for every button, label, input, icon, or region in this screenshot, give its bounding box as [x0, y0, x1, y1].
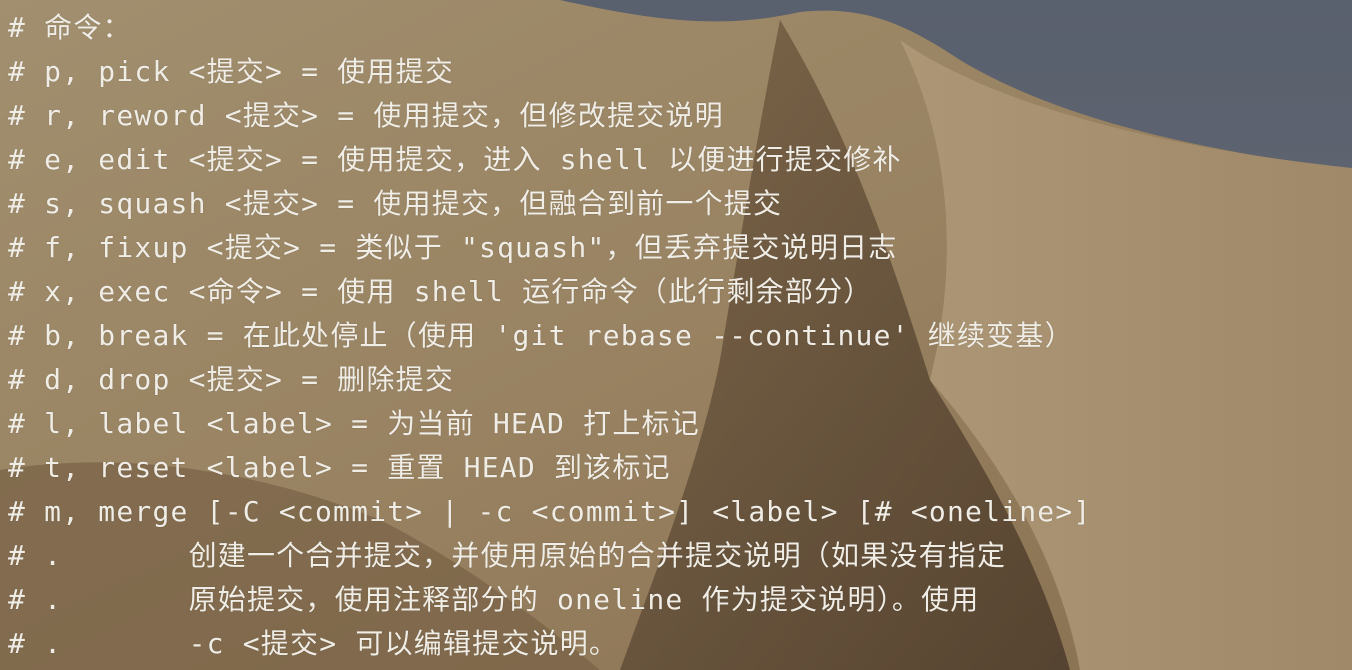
terminal-line: # m, merge [-C <commit> | -c <commit>] <… — [8, 495, 1092, 528]
terminal-line: # b, break = 在此处停止（使用 'git rebase --cont… — [8, 319, 1074, 352]
terminal-line: # t, reset <label> = 重置 HEAD 到该标记 — [8, 451, 671, 484]
terminal-output[interactable]: # 命令： # p, pick <提交> = 使用提交 # r, reword … — [0, 0, 1352, 670]
terminal-line: # . 原始提交，使用注释部分的 oneline 作为提交说明）。使用 — [8, 583, 980, 616]
terminal-line: # f, fixup <提交> = 类似于 "squash"，但丢弃提交说明日志 — [8, 231, 898, 264]
terminal-line: # p, pick <提交> = 使用提交 — [8, 55, 455, 88]
terminal-line: # 命令： — [8, 11, 132, 44]
terminal-line: # d, drop <提交> = 删除提交 — [8, 363, 455, 396]
terminal-line: # . 创建一个合并提交，并使用原始的合并提交说明（如果没有指定 — [8, 539, 1007, 572]
terminal-line: # s, squash <提交> = 使用提交，但融合到前一个提交 — [8, 187, 783, 220]
terminal-line: # e, edit <提交> = 使用提交，进入 shell 以便进行提交修补 — [8, 143, 902, 176]
terminal-line: # r, reword <提交> = 使用提交，但修改提交说明 — [8, 99, 724, 132]
terminal-line: # l, label <label> = 为当前 HEAD 打上标记 — [8, 407, 700, 440]
terminal-line: # . -c <提交> 可以编辑提交说明。 — [8, 627, 619, 660]
terminal-line: # x, exec <命令> = 使用 shell 运行命令（此行剩余部分） — [8, 275, 873, 308]
